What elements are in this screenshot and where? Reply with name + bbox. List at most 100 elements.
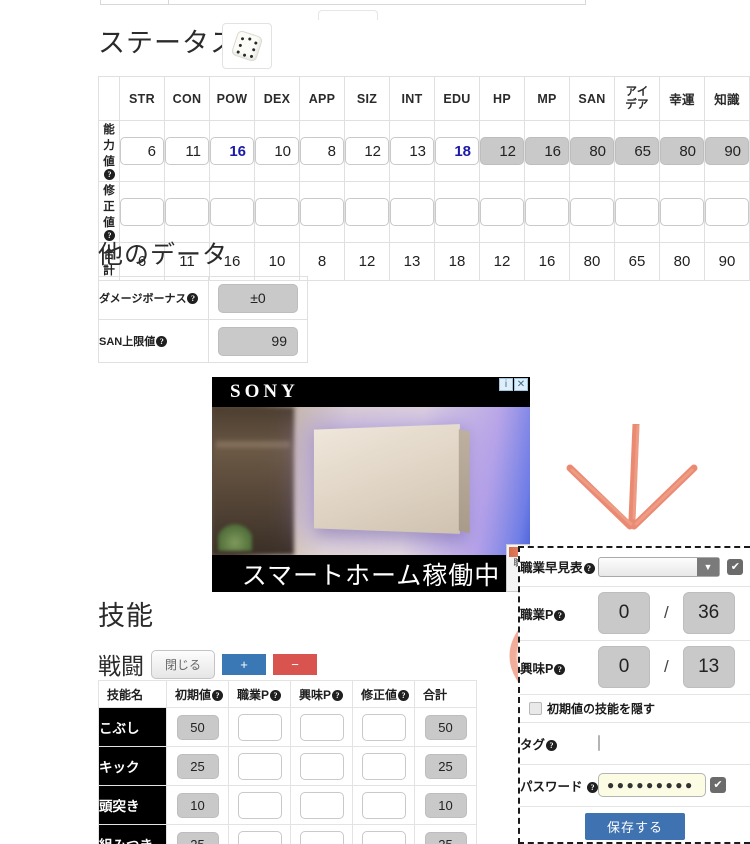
skill-group-collapse-button[interactable]: 閉じる [151, 649, 216, 679]
skill-base-value-cell: 50 [166, 707, 229, 747]
job-points-max: 36 [682, 592, 735, 634]
status-input[interactable]: 6 [120, 137, 164, 165]
skill-base-value: 25 [176, 831, 219, 844]
help-icon[interactable]: ? [156, 336, 168, 347]
help-icon[interactable]: ? [332, 689, 344, 701]
skill-total-value: 25 [424, 753, 467, 779]
help-icon[interactable]: ? [554, 663, 566, 675]
status-input[interactable]: 16 [210, 137, 254, 165]
other-data-readonly: 99 [218, 326, 298, 356]
status-value-cell: 6 [119, 120, 165, 182]
help-icon[interactable]: ? [270, 689, 282, 701]
help-icon[interactable]: ? [546, 739, 558, 751]
skill-hobby-input[interactable] [299, 791, 344, 819]
hide-initial-skills-label: 初期値の技能を隠す [547, 701, 656, 716]
skill-total-value-cell: 25 [414, 824, 477, 844]
dice-icon [230, 29, 264, 63]
status-input[interactable] [480, 198, 524, 226]
status-input[interactable] [165, 198, 209, 226]
other-data-table: ダメージボーナス? ±0 SAN上限値? 99 [98, 276, 308, 363]
skill-hobby-input[interactable] [299, 713, 344, 741]
password-save-checkbox[interactable]: ✔ [710, 777, 726, 793]
skill-total-value-cell: 25 [414, 746, 477, 786]
skill-job-input[interactable] [237, 830, 282, 844]
skill-mod-input[interactable] [361, 752, 406, 780]
status-input[interactable] [255, 198, 299, 226]
skill-job-input[interactable] [237, 713, 282, 741]
status-input[interactable] [660, 198, 704, 226]
help-icon[interactable]: ? [587, 781, 598, 793]
skill-mod-input-cell [352, 824, 415, 844]
status-input[interactable]: 8 [300, 137, 344, 165]
skill-remove-button[interactable]: − [273, 653, 318, 675]
skill-row: こぶし 50 50 [98, 707, 477, 747]
hide-initial-skills-cell[interactable]: 初期値の技能を隠す [520, 694, 750, 723]
status-readonly: 12 [480, 137, 524, 165]
status-value-cell [254, 181, 300, 243]
hide-initial-skills-checkbox[interactable] [529, 701, 542, 715]
tag-input-cell [598, 722, 750, 765]
status-input[interactable] [210, 198, 254, 226]
status-input[interactable] [390, 198, 434, 226]
status-input[interactable] [345, 198, 389, 226]
status-input[interactable]: 12 [345, 137, 389, 165]
tag-row: タグ? [520, 722, 750, 765]
dice-roll-button[interactable] [222, 23, 272, 69]
hobby-points-value-cell: 0 / 13 [598, 640, 750, 695]
ad-info-icon[interactable]: i [499, 378, 513, 391]
help-icon[interactable]: ? [583, 563, 595, 575]
ad-close-icon[interactable]: ✕ [514, 378, 528, 391]
tag-input[interactable] [598, 735, 600, 751]
status-input[interactable]: 10 [255, 137, 299, 165]
skill-mod-input[interactable] [361, 791, 406, 819]
status-value-cell [119, 181, 165, 243]
status-value-cell: 10 [254, 120, 300, 182]
help-icon[interactable]: ? [398, 689, 410, 701]
skill-mod-input-cell [352, 785, 415, 825]
status-input[interactable]: 18 [435, 137, 479, 165]
help-icon[interactable]: ? [104, 169, 115, 180]
annotation-arrow-icon [566, 424, 698, 530]
skill-job-input[interactable] [237, 752, 282, 780]
other-data-section-title: 他のデータ [98, 241, 229, 269]
status-value-cell [524, 181, 570, 243]
chevron-down-icon: ▼ [697, 557, 719, 576]
status-col-SIZ: SIZ [344, 76, 390, 121]
status-input[interactable] [525, 198, 569, 226]
status-value-cell [614, 181, 660, 243]
skill-mod-input[interactable] [361, 713, 406, 741]
skill-job-input[interactable] [237, 791, 282, 819]
status-input[interactable]: 11 [165, 137, 209, 165]
help-icon[interactable]: ? [554, 609, 566, 621]
status-input[interactable] [615, 198, 659, 226]
status-value-cell [659, 181, 705, 243]
skill-add-button[interactable]: + [222, 653, 267, 675]
skill-hobby-input[interactable] [299, 752, 344, 780]
tag-label: タグ [520, 737, 546, 752]
save-button[interactable]: 保存する [584, 812, 685, 840]
skills-col-4: 修正値? [352, 680, 415, 708]
skill-job-input-cell [228, 824, 291, 844]
advertisement-banner[interactable]: SONY i ✕ スマートホーム稼働中 職 [212, 377, 530, 592]
other-data-table-container: ダメージボーナス? ±0 SAN上限値? 99 [98, 276, 308, 363]
help-icon[interactable]: ? [104, 230, 115, 241]
job-table-select[interactable]: ▼ [598, 556, 720, 577]
ad-caption: スマートホーム稼働中 [212, 555, 530, 592]
other-data-body: ダメージボーナス? ±0 SAN上限値? 99 [98, 276, 308, 363]
status-input[interactable] [300, 198, 344, 226]
status-value-cell: 80 [659, 120, 705, 182]
skill-mod-input[interactable] [361, 830, 406, 844]
status-input[interactable] [570, 198, 614, 226]
help-icon[interactable]: ? [187, 293, 199, 304]
password-input[interactable]: ●●●●●●●●● [598, 773, 706, 797]
skill-hobby-input[interactable] [299, 830, 344, 844]
status-input[interactable] [705, 198, 749, 226]
ad-header: SONY i ✕ [212, 377, 530, 407]
status-row-修正値: 修正値? [98, 181, 750, 243]
job-table-checkbox[interactable]: ✔ [727, 558, 744, 575]
status-input[interactable] [120, 198, 164, 226]
help-icon[interactable]: ? [212, 689, 224, 701]
status-input[interactable] [435, 198, 479, 226]
skill-name: 組みつき [98, 824, 167, 844]
status-input[interactable]: 13 [390, 137, 434, 165]
